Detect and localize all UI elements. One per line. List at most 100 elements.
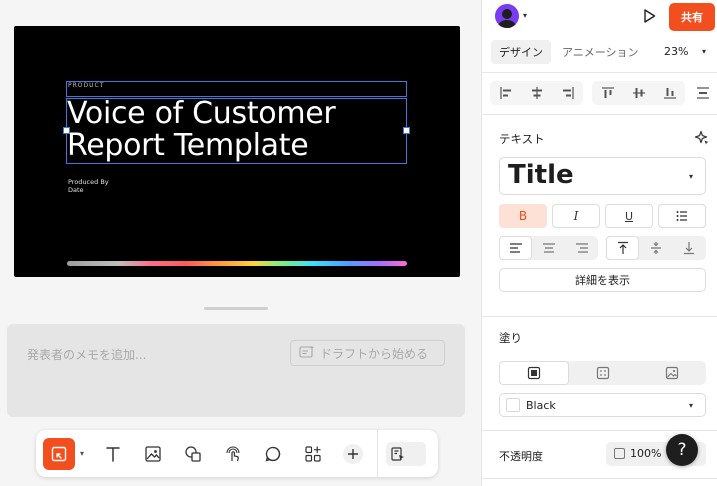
bold-button[interactable]: B [499,204,547,228]
vertical-center-icon [650,242,661,254]
slide-title[interactable]: Voice of Customer Report Template [67,96,336,163]
plus-icon [343,443,363,464]
text-ai-button[interactable] [694,130,710,150]
text-align-left-icon [509,243,522,253]
widgets-tool-button[interactable] [297,438,329,470]
vertical-text-align-group [606,236,706,260]
align-middle-button[interactable] [623,81,654,105]
produced-by-text: Produced By [68,178,109,186]
font-style-value: Title [508,160,574,190]
paragraph-align-controls [499,236,706,260]
text-style-controls: B I U [499,204,706,228]
canvas-area[interactable]: PRODUCT Voice of Customer Report Templat… [0,0,481,486]
fill-color-name: Black [526,399,556,412]
align-middle-icon [632,88,645,98]
shape-tool-icon [185,445,201,462]
tab-design[interactable]: デザイン [491,40,551,64]
divider [482,72,717,73]
text-tool-button[interactable] [97,438,129,470]
divider [482,316,717,317]
align-center-h-button[interactable] [521,81,552,105]
frame-tool-menu-caret[interactable]: ▾ [75,449,89,458]
align-top-icon [601,87,614,98]
properties-panel: ▾ 共有 デザイン アニメーション 23% ▾ テキスト Title ▾ B I… [481,0,717,486]
pattern-fill-icon [597,366,610,380]
text-align-left-button[interactable] [499,236,532,260]
align-center-h-icon [531,87,542,99]
underline-button[interactable]: U [605,204,653,228]
text-align-bottom-button[interactable] [672,236,705,260]
product-text-selection[interactable] [66,81,407,97]
divider [482,430,717,431]
notes-resize-handle[interactable] [204,307,268,310]
text-align-center-button[interactable] [532,236,565,260]
start-from-draft-label: ドラフトから始める [320,346,429,361]
product-label: PRODUCT [68,82,105,89]
comment-icon [265,446,281,461]
align-bottom-button[interactable] [654,81,685,105]
touch-gesture-icon [226,445,240,461]
alignment-controls [490,81,717,105]
sparkle-cursor-icon [694,130,709,145]
text-align-right-icon [575,243,588,253]
text-section-title: テキスト [499,132,545,146]
chevron-down-icon[interactable]: ▾ [523,11,527,20]
fill-pattern-tab[interactable] [569,361,637,385]
opacity-value: 100% [630,447,662,460]
comment-tool-button[interactable] [257,438,289,470]
draw-tool-button[interactable] [217,438,249,470]
distribute-button[interactable] [693,81,713,105]
produced-by-block[interactable]: Produced By Date [68,178,109,194]
speaker-notes-panel[interactable]: 発表者のメモを追加... ドラフトから始める [7,324,465,417]
present-button[interactable] [640,7,658,29]
fill-color-select[interactable]: Black ▾ [499,393,706,417]
draft-notes-icon [299,345,315,362]
slide-title-line1: Voice of Customer [67,96,336,131]
italic-button[interactable]: I [552,204,600,228]
panel-header: ▾ 共有 [482,0,717,34]
align-left-icon [499,87,511,99]
fill-solid-tab[interactable] [499,361,570,385]
text-align-center-icon [542,243,555,253]
add-tool-button[interactable] [337,438,369,470]
fill-type-tabs [499,361,706,385]
opacity-label: 不透明度 [499,450,543,463]
zoom-level[interactable]: 23% [664,45,688,58]
slide-title-line2: Report Template [67,128,309,163]
divider [482,114,717,115]
bullet-list-icon [676,211,687,221]
slide-preview[interactable]: PRODUCT Voice of Customer Report Templat… [14,26,460,277]
play-icon [644,9,656,23]
panel-tabs: デザイン アニメーション 23% ▾ [482,38,717,66]
solid-fill-icon [528,366,541,380]
divider [482,478,717,479]
date-text: Date [68,186,84,194]
user-avatar[interactable] [495,4,519,28]
fill-image-tab[interactable] [638,361,706,385]
tab-animation[interactable]: アニメーション [554,40,647,64]
zoom-chevron-down-icon[interactable]: ▾ [702,47,706,56]
help-button[interactable]: ? [666,434,698,466]
align-bottom-icon [663,88,676,99]
resize-handle-right[interactable] [403,127,410,134]
shape-tool-button[interactable] [177,438,209,470]
start-from-draft-button[interactable]: ドラフトから始める [290,340,445,366]
speaker-notes-input[interactable]: 発表者のメモを追加... [27,346,146,363]
text-align-top-button[interactable] [606,236,639,260]
image-tool-button[interactable] [137,438,169,470]
image-tool-icon [145,445,161,462]
text-align-right-button[interactable] [565,236,598,260]
color-swatch[interactable] [506,398,520,412]
font-style-select[interactable]: Title ▾ [499,157,706,195]
text-tool-icon [106,446,120,462]
align-right-button[interactable] [552,81,583,105]
show-details-button[interactable]: 詳細を表示 [499,268,706,292]
text-align-middle-button[interactable] [639,236,672,260]
list-button[interactable] [658,204,706,228]
toolbar-divider [377,430,378,477]
frame-tool-button[interactable] [43,437,75,470]
align-top-button[interactable] [592,81,623,105]
align-left-button[interactable] [490,81,521,105]
dev-mode-toggle[interactable] [386,441,426,466]
share-button[interactable]: 共有 [669,3,715,31]
